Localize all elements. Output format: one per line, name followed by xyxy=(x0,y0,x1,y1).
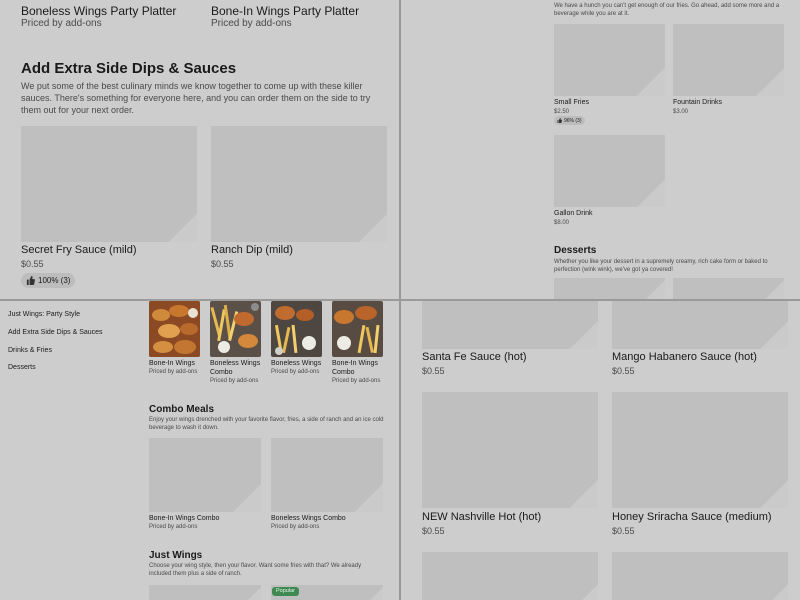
item-name[interactable]: Bone-In Wings Combo xyxy=(332,359,388,377)
sidebar-item[interactable]: Add Extra Side Dips & Sauces xyxy=(8,329,103,336)
item-image-placeholder[interactable] xyxy=(149,585,261,600)
item-image-placeholder[interactable] xyxy=(554,278,665,299)
item-price: Priced by add-ons xyxy=(21,18,102,29)
thumbs-up-icon xyxy=(557,118,562,123)
thumbs-up-icon xyxy=(26,276,35,285)
item-price: Priced by add-ons xyxy=(211,18,292,29)
item-image-placeholder[interactable] xyxy=(422,301,598,349)
item-price: Priced by add-ons xyxy=(210,378,259,384)
section-description: Enjoy your wings drenched with your favo… xyxy=(149,417,384,431)
food-image-wings[interactable] xyxy=(149,301,200,357)
item-name[interactable]: Bone-In Wings Combo xyxy=(149,514,219,523)
item-name[interactable]: Boneless Wings Party Platter xyxy=(21,4,176,18)
item-image-placeholder[interactable] xyxy=(554,135,665,207)
item-image-placeholder[interactable] xyxy=(673,278,784,299)
sidebar-item[interactable]: Just Wings: Party Style xyxy=(8,311,80,318)
item-price: $0.55 xyxy=(612,526,635,536)
wings-picture-icon xyxy=(149,301,200,357)
item-image-placeholder[interactable] xyxy=(271,438,383,512)
quadrant-menu-overview: Just Wings: Party Style Add Extra Side D… xyxy=(0,301,399,600)
item-name[interactable]: Fountain Drinks xyxy=(673,98,722,107)
item-price: Priced by add-ons xyxy=(271,524,320,530)
section-description: Choose your wing style, then your flavor… xyxy=(149,563,362,577)
item-price: Priced by add-ons xyxy=(149,369,198,375)
item-price: $0.55 xyxy=(422,366,445,376)
quadrant-more-sauces: Santa Fe Sauce (hot) $0.55 Mango Habaner… xyxy=(401,301,800,600)
item-image-placeholder[interactable] xyxy=(422,552,598,600)
item-name[interactable]: Gallon Drink xyxy=(554,209,593,218)
sidebar-item[interactable]: Desserts xyxy=(8,364,36,371)
section-title: Desserts xyxy=(554,245,597,256)
item-name[interactable]: Bone-In Wings Party Platter xyxy=(211,4,359,18)
item-price: $0.55 xyxy=(422,526,445,536)
popular-badge: Popular xyxy=(272,587,299,596)
quadrant-drinks-fries: We have a hunch you can't get enough of … xyxy=(401,0,800,299)
item-price: $0.55 xyxy=(612,366,635,376)
item-name[interactable]: Boneless Wings Combo xyxy=(271,514,346,523)
rating-badge: 100% (3) xyxy=(21,273,76,288)
item-price: $3.00 xyxy=(673,109,689,115)
sidebar-item[interactable]: Drinks & Fries xyxy=(8,347,52,354)
item-price: $0.55 xyxy=(21,259,44,269)
section-title: Combo Meals xyxy=(149,404,215,415)
item-name[interactable]: Boneless Wings xyxy=(271,359,327,368)
item-price: $2.50 xyxy=(554,109,570,115)
item-name[interactable]: Mango Habanero Sauce (hot) xyxy=(612,351,757,363)
section-description: Whether you like your dessert in a supre… xyxy=(554,259,768,273)
item-name[interactable]: Small Fries xyxy=(554,98,589,107)
bone-in-combo-picture-icon xyxy=(332,301,383,357)
section-description: We have a hunch you can't get enough of … xyxy=(554,3,780,17)
item-name[interactable]: Honey Sriracha Sauce (medium) xyxy=(612,511,772,523)
item-name[interactable]: Secret Fry Sauce (mild) xyxy=(21,244,137,256)
item-name[interactable]: Bone-In Wings xyxy=(149,359,205,368)
rating-badge: 96% (3) xyxy=(554,116,585,125)
item-image-placeholder[interactable] xyxy=(673,24,784,96)
quadrant-sauces: Boneless Wings Party Platter Priced by a… xyxy=(0,0,399,299)
item-price: $8.00 xyxy=(554,220,570,226)
item-name[interactable]: Boneless Wings Combo xyxy=(210,359,266,377)
item-price: Priced by add-ons xyxy=(271,369,320,375)
item-name[interactable]: Ranch Dip (mild) xyxy=(211,244,293,256)
food-image-combo[interactable] xyxy=(210,301,261,357)
item-name[interactable]: Santa Fe Sauce (hot) xyxy=(422,351,527,363)
food-image-bone-in-combo[interactable] xyxy=(332,301,383,357)
item-name[interactable]: NEW Nashville Hot (hot) xyxy=(422,511,541,523)
item-price: $0.55 xyxy=(211,259,234,269)
item-image-placeholder[interactable] xyxy=(422,392,598,508)
section-title: Add Extra Side Dips & Sauces xyxy=(21,60,237,77)
boneless-picture-icon xyxy=(271,301,322,357)
section-description: We put some of the best culinary minds w… xyxy=(21,81,371,115)
food-image-boneless[interactable] xyxy=(271,301,322,357)
item-image-placeholder[interactable] xyxy=(612,301,788,349)
item-price: Priced by add-ons xyxy=(332,378,381,384)
item-image-placeholder[interactable] xyxy=(21,126,197,242)
section-title: Just Wings xyxy=(149,550,203,561)
item-price: Priced by add-ons xyxy=(149,524,198,530)
item-image-placeholder[interactable] xyxy=(612,552,788,600)
combo-picture-icon xyxy=(210,301,261,357)
item-image-placeholder[interactable] xyxy=(211,126,387,242)
item-image-placeholder[interactable] xyxy=(554,24,665,96)
rating-text: 96% (3) xyxy=(564,117,582,124)
item-image-placeholder[interactable] xyxy=(149,438,261,512)
rating-text: 100% (3) xyxy=(38,276,71,285)
item-image-placeholder[interactable] xyxy=(612,392,788,508)
